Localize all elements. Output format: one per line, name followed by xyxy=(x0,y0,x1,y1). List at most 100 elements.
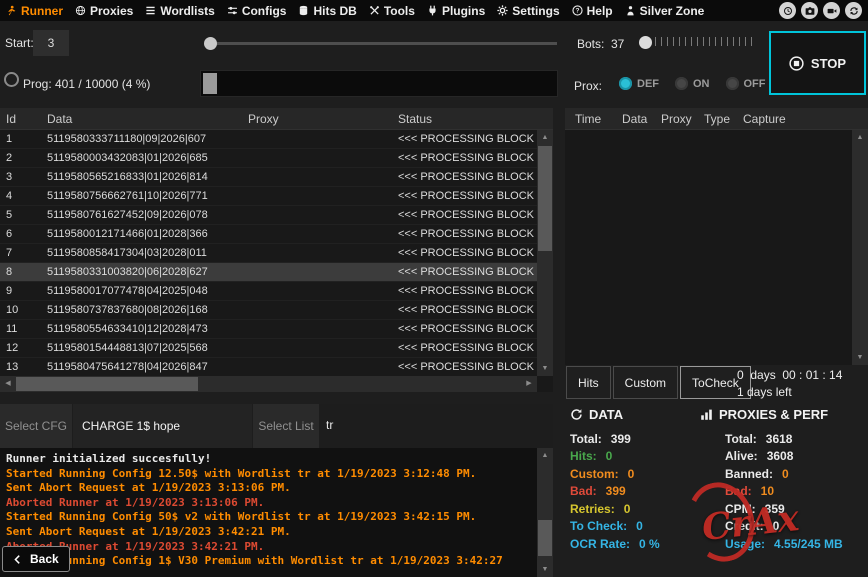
menu-bar: Runner Proxies Wordlists Configs Hits DB Tool… xyxy=(0,0,868,21)
scroll-up-icon[interactable]: ▲ xyxy=(537,130,553,145)
log-line: Started Running Config 1$ V30 Premium wi… xyxy=(6,554,535,569)
cell-status: <<< PROCESSING BLOCK xyxy=(398,168,537,187)
config-name-field[interactable]: CHARGE 1$ hope xyxy=(73,404,252,448)
menu-item-configs[interactable]: Configs xyxy=(227,4,287,18)
col-header-time[interactable]: Time xyxy=(575,112,601,126)
tools-icon xyxy=(369,5,380,16)
prox-option-on[interactable]: ON xyxy=(675,77,710,90)
select-cfg-button[interactable]: Select CFG xyxy=(0,404,72,448)
col-header-data[interactable]: Data xyxy=(47,112,72,126)
col-header-proxy[interactable]: Proxy xyxy=(661,112,692,126)
scroll-right-icon[interactable]: ▶ xyxy=(521,376,537,392)
table-row[interactable]: 65119580012171466|01|2028|366<<< PROCESS… xyxy=(0,225,537,244)
tab-hits[interactable]: Hits xyxy=(566,366,611,399)
table-row[interactable]: 105119580737837680|08|2026|168<<< PROCES… xyxy=(0,301,537,320)
menu-item-hits-db[interactable]: Hits DB xyxy=(298,4,356,18)
col-header-capture[interactable]: Capture xyxy=(743,112,786,126)
menu-item-label: Configs xyxy=(242,4,287,18)
table-row[interactable]: 35119580565216833|01|2026|814<<< PROCESS… xyxy=(0,168,537,187)
stat-label: CPM: xyxy=(725,502,756,516)
video-button[interactable] xyxy=(823,2,840,19)
scroll-up-icon[interactable]: ▲ xyxy=(537,448,553,463)
col-header-proxy[interactable]: Proxy xyxy=(248,112,279,126)
stat-label: To Check: xyxy=(570,519,627,533)
bots-slider-ticks[interactable] xyxy=(655,37,752,46)
scrollbar-thumb[interactable] xyxy=(538,146,552,251)
table-row[interactable]: 115119580554633410|12|2028|473<<< PROCES… xyxy=(0,320,537,339)
stop-button[interactable]: STOP xyxy=(769,31,866,95)
stat-value: 3618 xyxy=(766,432,793,446)
cell-id: 4 xyxy=(6,187,44,206)
menu-item-plugins[interactable]: Plugins xyxy=(427,4,485,18)
cell-status: <<< PROCESSING BLOCK xyxy=(398,282,537,301)
prox-option-off[interactable]: OFF xyxy=(726,77,766,90)
progress-value: 401 / 10000 (4 %) xyxy=(55,77,150,91)
stat-value: 0 xyxy=(636,519,643,533)
col-header-type[interactable]: Type xyxy=(704,112,730,126)
table-row[interactable]: 25119580003432083|01|2026|685<<< PROCESS… xyxy=(0,149,537,168)
menu-item-settings[interactable]: Settings xyxy=(497,4,559,18)
hits-table: Time Data Proxy Type Capture ▲ ▼ xyxy=(565,108,868,365)
table-row[interactable]: 75119580858417304|03|2028|011<<< PROCESS… xyxy=(0,244,537,263)
back-button-label: Back xyxy=(30,552,59,566)
cell-data: 5119580554633410|12|2028|473 xyxy=(47,320,245,339)
cell-status: <<< PROCESSING BLOCK xyxy=(398,130,537,149)
log-vertical-scrollbar[interactable]: ▲ ▼ xyxy=(537,448,553,577)
stop-icon xyxy=(789,56,804,71)
proxies-panel-title: PROXIES & PERF xyxy=(719,407,828,422)
menu-item-proxies[interactable]: Proxies xyxy=(75,4,133,18)
start-label: Start: xyxy=(5,36,34,50)
col-header-status[interactable]: Status xyxy=(398,112,432,126)
scroll-down-icon[interactable]: ▼ xyxy=(537,562,553,577)
table-row[interactable]: 15119580333711180|09|2026|607<<< PROCESS… xyxy=(0,130,537,149)
cell-data: 5119580012171466|01|2028|366 xyxy=(47,225,245,244)
cell-data: 5119580333711180|09|2026|607 xyxy=(47,130,245,149)
history-button[interactable] xyxy=(779,2,796,19)
stat-row: Retries:0 xyxy=(570,500,702,518)
cell-status: <<< PROCESSING BLOCK xyxy=(398,244,537,263)
stat-value: 0 xyxy=(628,467,635,481)
scroll-down-icon[interactable]: ▼ xyxy=(852,350,868,365)
table-row[interactable]: 125119580154448813|07|2025|568<<< PROCES… xyxy=(0,339,537,358)
table-row[interactable]: 85119580331003820|06|2028|627<<< PROCESS… xyxy=(0,263,537,282)
start-input[interactable] xyxy=(33,30,69,56)
hits-vertical-scrollbar[interactable]: ▲ ▼ xyxy=(852,130,868,365)
menu-item-tools[interactable]: Tools xyxy=(369,4,415,18)
back-button[interactable]: Back xyxy=(2,546,70,572)
scrollbar-thumb[interactable] xyxy=(538,520,552,556)
tab-custom[interactable]: Custom xyxy=(613,366,678,399)
menu-item-wordlists[interactable]: Wordlists xyxy=(145,4,214,18)
scrollbar-thumb[interactable] xyxy=(16,377,198,391)
results-vertical-scrollbar[interactable]: ▲ ▼ xyxy=(537,130,553,376)
scroll-down-icon[interactable]: ▼ xyxy=(537,361,553,376)
stat-label: Bad: xyxy=(570,484,597,498)
table-row[interactable]: 55119580761627452|09|2026|078<<< PROCESS… xyxy=(0,206,537,225)
camera-icon xyxy=(805,6,815,16)
start-slider-track[interactable] xyxy=(216,42,557,45)
log-line: Started Running Config 12.50$ with Wordl… xyxy=(6,467,535,482)
col-header-data[interactable]: Data xyxy=(622,112,647,126)
table-row[interactable]: 95119580017077478|04|2025|048<<< PROCESS… xyxy=(0,282,537,301)
prox-option-def[interactable]: DEF xyxy=(619,77,659,90)
menu-item-silver-zone[interactable]: Silver Zone xyxy=(625,4,705,18)
select-list-button[interactable]: Select List xyxy=(253,404,319,448)
camera-button[interactable] xyxy=(801,2,818,19)
menu-item-runner[interactable]: Runner xyxy=(6,4,63,18)
radio-icon[interactable] xyxy=(4,72,19,87)
scroll-left-icon[interactable]: ◀ xyxy=(0,376,16,392)
stat-row: Bad:10 xyxy=(725,483,868,501)
scroll-up-icon[interactable]: ▲ xyxy=(852,130,868,145)
col-header-id[interactable]: Id xyxy=(6,112,16,126)
results-horizontal-scrollbar[interactable]: ◀ ▶ xyxy=(0,376,537,392)
data-panel-title: DATA xyxy=(589,407,623,422)
stat-value: 0 xyxy=(624,502,631,516)
update-button[interactable] xyxy=(845,2,862,19)
bots-slider-thumb[interactable] xyxy=(639,36,652,49)
table-row[interactable]: 45119580756662761|10|2026|771<<< PROCESS… xyxy=(0,187,537,206)
cell-data: 5119580003432083|01|2026|685 xyxy=(47,149,245,168)
table-row[interactable]: 135119580475641278|04|2026|847<<< PROCES… xyxy=(0,358,537,376)
menu-item-label: Silver Zone xyxy=(640,4,705,18)
start-slider-thumb[interactable] xyxy=(204,37,217,50)
stat-value: 0 xyxy=(773,519,780,533)
menu-item-help[interactable]: ?Help xyxy=(572,4,613,18)
